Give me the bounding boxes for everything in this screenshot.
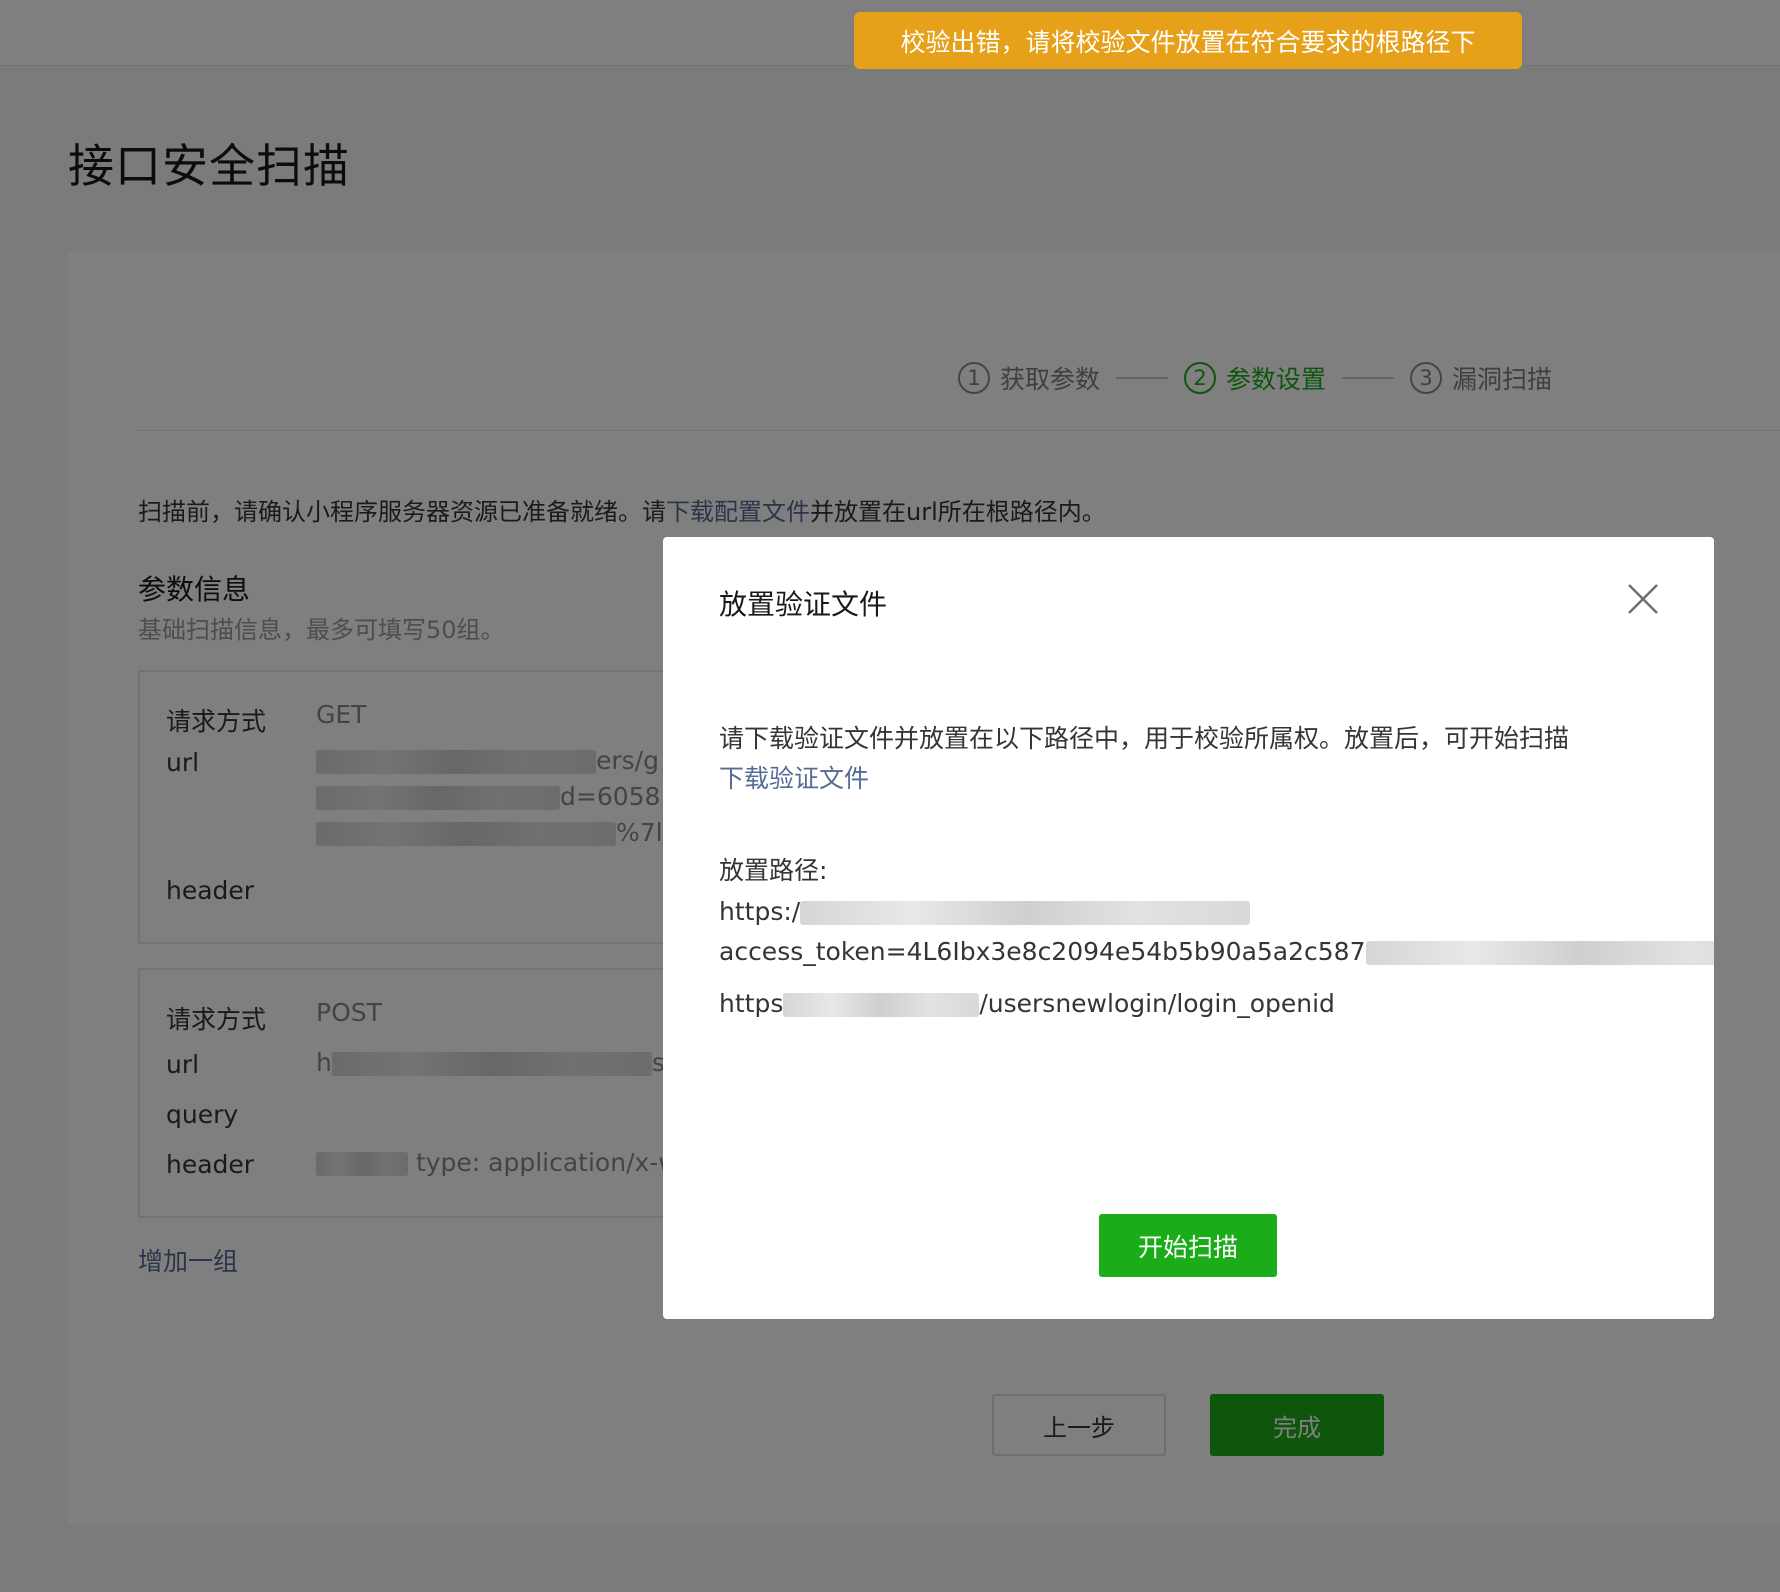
download-verify-file-link[interactable]: 下载验证文件 (719, 759, 869, 795)
path-line: https:/ (719, 897, 1251, 926)
path-label: 放置路径: (719, 856, 828, 885)
dialog-description: 请下载验证文件并放置在以下路径中，用于校验所属权。放置后，可开始扫描 (719, 724, 1570, 753)
close-icon[interactable] (1623, 579, 1663, 619)
path-line: access_token=4L6Ibx3e8c2094e54b5b90a5a2c… (719, 937, 1714, 966)
start-scan-button[interactable]: 开始扫描 (1099, 1214, 1277, 1277)
dialog-title: 放置验证文件 (719, 588, 888, 621)
place-verify-file-dialog: 放置验证文件 请下载验证文件并放置在以下路径中，用于校验所属权。放置后，可开始扫… (663, 537, 1714, 1319)
path-fragment: access_token=4L6Ibx3e8c2094e54b5b90a5a2c… (719, 937, 1366, 966)
path-fragment: https (719, 989, 784, 1018)
redacted-text (800, 901, 1251, 925)
error-toast: 校验出错，请将校验文件放置在符合要求的根路径下 (854, 12, 1522, 69)
path-fragment: /usersnewlogin/login_openid (979, 989, 1335, 1018)
redacted-text (1365, 941, 1714, 965)
redacted-text (783, 993, 980, 1017)
path-line: https/usersnewlogin/login_openid (719, 989, 1335, 1018)
path-fragment: https:/ (719, 897, 801, 926)
